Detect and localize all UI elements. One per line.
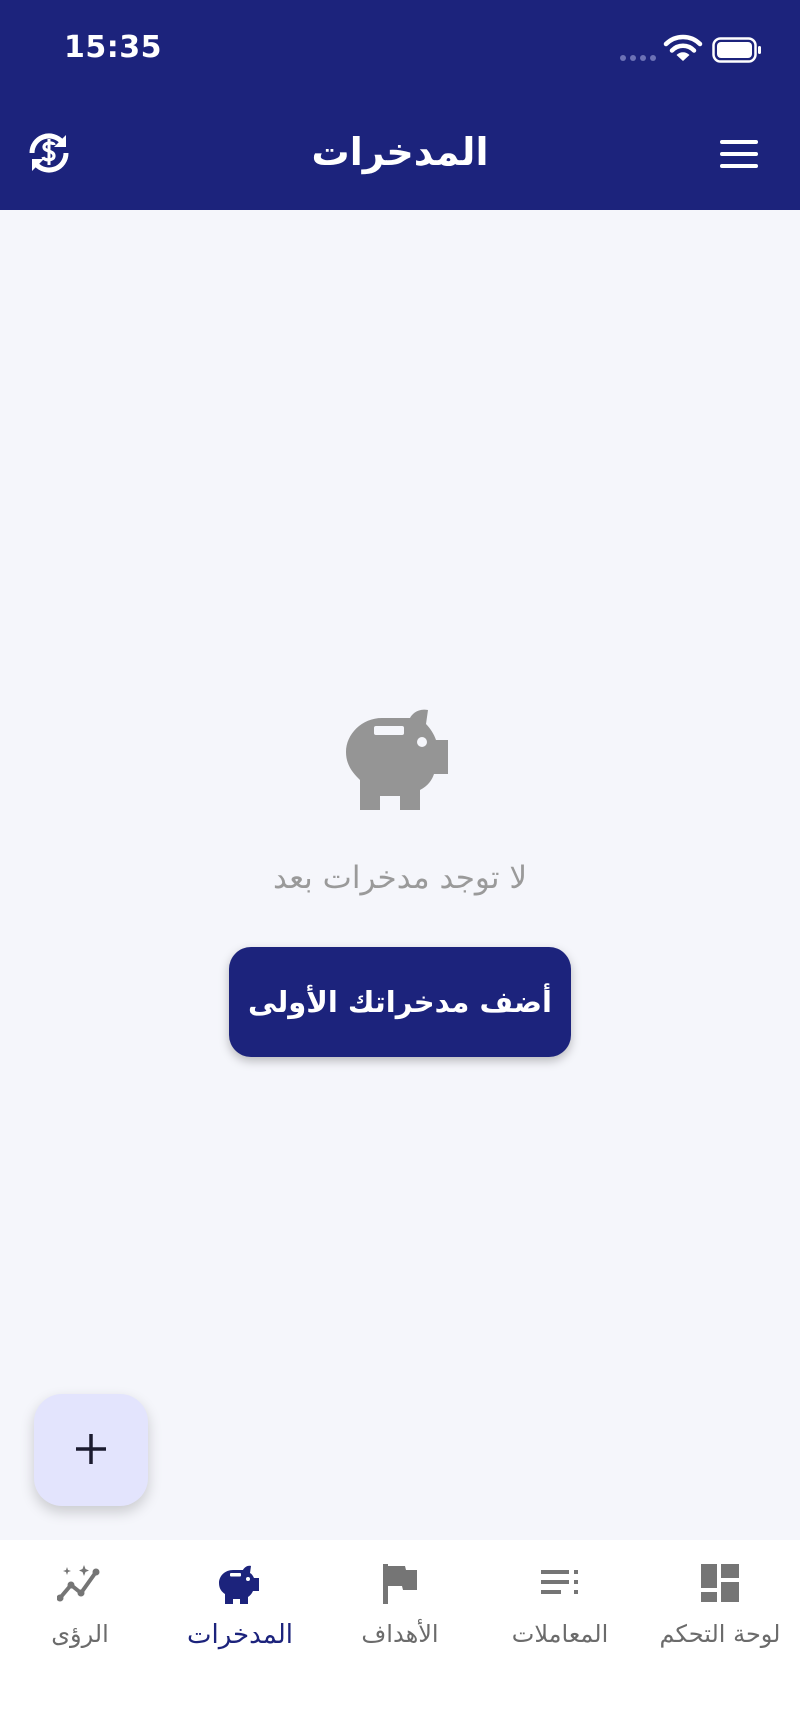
menu-icon[interactable]: [720, 140, 762, 170]
flag-icon: [383, 1564, 417, 1604]
battery-icon: [712, 37, 761, 63]
piggy-bank-icon: [346, 709, 448, 810]
add-first-savings-button[interactable]: أضف مدخراتك الأولى: [229, 947, 571, 1057]
wifi-icon: [663, 34, 703, 61]
nav-label-insights: الرؤى: [51, 1620, 109, 1648]
app-header: 15:35 المدخرات: [0, 0, 800, 210]
nav-item-insights[interactable]: الرؤى: [0, 1560, 160, 1680]
bottom-navigation: الرؤى المدخرات الأهداف المعاملات لوحة ال…: [0, 1540, 800, 1731]
nav-item-transactions[interactable]: المعاملات: [480, 1560, 640, 1680]
nav-item-goals[interactable]: الأهداف: [320, 1560, 480, 1680]
nav-label-goals: الأهداف: [361, 1620, 439, 1648]
nav-label-dashboard: لوحة التحكم: [659, 1620, 781, 1648]
status-time: 15:35: [64, 30, 162, 65]
page-title: المدخرات: [311, 130, 489, 174]
nav-item-dashboard[interactable]: لوحة التحكم: [640, 1560, 800, 1680]
empty-state-message: لا توجد مدخرات بعد: [272, 860, 528, 896]
insights-icon: [57, 1565, 100, 1602]
plus-icon: [76, 1433, 106, 1464]
list-icon: [541, 1570, 578, 1594]
add-fab-button[interactable]: [34, 1394, 148, 1506]
dashboard-icon: [701, 1564, 739, 1602]
savings-screen: 15:35 المدخرات لا توجد مدخرات بعد أضف مد…: [0, 0, 800, 1731]
piggy-bank-icon: [219, 1565, 259, 1604]
nav-label-savings: المدخرات: [187, 1620, 293, 1650]
nav-item-savings[interactable]: المدخرات: [160, 1560, 320, 1680]
nav-label-transactions: المعاملات: [511, 1620, 609, 1648]
status-bar: 15:35: [0, 0, 800, 100]
cellular-signal-icon: [620, 55, 656, 63]
top-app-bar: المدخرات: [0, 100, 800, 210]
